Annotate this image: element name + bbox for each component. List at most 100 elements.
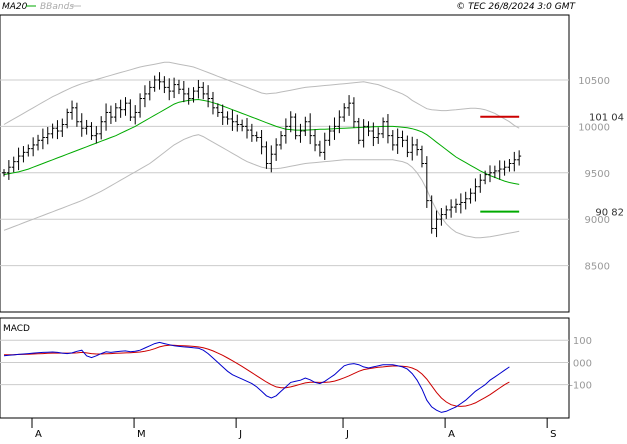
ohlc-bar <box>507 159 512 172</box>
ma20-legend-label: MA20 <box>2 2 28 12</box>
ohlc-bar <box>55 120 60 140</box>
ohlc-bar <box>118 99 123 118</box>
ohlc-bar <box>502 160 507 176</box>
ohlc-bar <box>517 150 522 166</box>
ohlc-bar <box>6 160 11 180</box>
ohlc-bar <box>488 165 492 183</box>
ohlc-bar <box>385 114 390 144</box>
ohlc-bar <box>11 156 16 173</box>
macd-panel-frame <box>0 317 570 419</box>
ohlc-bar <box>138 93 143 118</box>
ohlc-bar <box>478 174 483 193</box>
ohlc-bar <box>230 109 235 131</box>
ohlc-bar <box>492 165 497 179</box>
ohlc-bar <box>133 105 138 125</box>
chart-stage: MA20 BBands © TEC 26/8/2024 3:0 GMT 101 … <box>0 0 627 440</box>
ohlc-bar <box>245 118 249 139</box>
ohlc-bar <box>128 99 133 121</box>
ohlc-bar <box>317 140 322 157</box>
macd-tick-label: 100 <box>573 336 592 347</box>
macd-signal-line <box>4 344 510 407</box>
ohlc-bar <box>497 160 502 180</box>
bbands-legend-label: BBands <box>40 2 74 12</box>
ohlc-bar <box>45 127 50 145</box>
ohlc-bar <box>94 126 99 144</box>
ohlc-bar <box>172 77 177 99</box>
ohlc-bar <box>264 141 269 169</box>
ohlc-bar <box>439 208 444 226</box>
x-axis-label: A <box>35 429 42 440</box>
x-axis-label: S <box>550 429 556 440</box>
ohlc-bar <box>2 169 6 177</box>
ohlc-bar <box>453 198 458 213</box>
ohlc-bar <box>99 116 104 140</box>
ohlc-bar <box>463 191 468 210</box>
ohlc-bar <box>419 145 424 168</box>
ohlc-bar <box>123 97 128 116</box>
ohlc-bar <box>351 97 356 128</box>
ohlc-bar <box>40 128 45 150</box>
ohlc-bar <box>36 134 41 151</box>
ohlc-bar <box>142 85 147 108</box>
ohlc-bar <box>167 78 172 101</box>
ohlc-bar <box>458 193 463 214</box>
ohlc-bar <box>21 146 26 163</box>
ohlc-bar <box>176 79 181 95</box>
ohlc-bar <box>313 129 318 152</box>
ohlc-bar <box>381 117 386 139</box>
price-tick-label: 8500 <box>585 262 610 273</box>
ohlc-bar <box>429 195 434 234</box>
ohlc-bar <box>356 117 361 145</box>
ohlc-bar <box>196 79 201 99</box>
ohlc-bar <box>366 121 371 137</box>
ohlc-bar <box>162 76 167 94</box>
price-tick-label: 9500 <box>585 169 610 180</box>
ohlc-bar <box>283 118 288 144</box>
macd-title: MACD <box>3 324 30 334</box>
ohlc-bar <box>410 136 415 161</box>
ohlc-bar <box>201 82 206 100</box>
ohlc-bar <box>415 138 420 156</box>
x-axis: AMJJAS <box>31 418 557 440</box>
ohlc-bar <box>376 127 381 144</box>
x-axis-label: J <box>345 429 349 440</box>
ohlc-bar <box>108 105 113 124</box>
ohlc-bar <box>395 128 400 154</box>
macd-lines <box>3 341 510 413</box>
macd-tick-label: -100 <box>569 381 592 392</box>
ohlc-bar <box>181 80 186 103</box>
price-panel-frame <box>0 14 570 313</box>
ohlc-bar <box>405 135 410 158</box>
ohlc-bar <box>347 95 352 116</box>
ohlc-bars <box>2 72 522 238</box>
ohlc-bar <box>70 100 75 120</box>
ohlc-bar <box>473 178 478 202</box>
ohlc-bar <box>308 113 313 145</box>
ohlc-bar <box>274 138 279 161</box>
ohlc-bar <box>342 103 347 122</box>
ohlc-bar <box>31 137 36 157</box>
ohlc-bar <box>434 210 439 238</box>
ohlc-bar <box>361 119 366 148</box>
ohlc-bar <box>444 205 449 219</box>
ohlc-bar <box>259 129 264 155</box>
ohlc-bar <box>400 130 405 148</box>
ohlc-bar <box>84 119 89 135</box>
ohlc-bar <box>157 72 162 90</box>
ohlc-bar <box>424 156 429 208</box>
ohlc-bar <box>186 87 191 105</box>
price-tick-label: 10000 <box>578 122 610 133</box>
ohlc-bar <box>50 123 55 139</box>
ohlc-bar <box>279 131 284 150</box>
ohlc-bar <box>147 80 152 101</box>
ohlc-bar <box>220 104 225 125</box>
ohlc-bar <box>390 130 395 151</box>
price-tick-label: 9000 <box>585 215 610 226</box>
ohlc-bar <box>74 102 79 127</box>
ohlc-bar <box>468 188 473 204</box>
x-axis-label: M <box>137 429 146 440</box>
ohlc-bar <box>337 110 342 134</box>
ohlc-bar <box>206 85 211 108</box>
ohlc-bar <box>79 113 84 137</box>
ohlc-bar <box>254 131 259 142</box>
